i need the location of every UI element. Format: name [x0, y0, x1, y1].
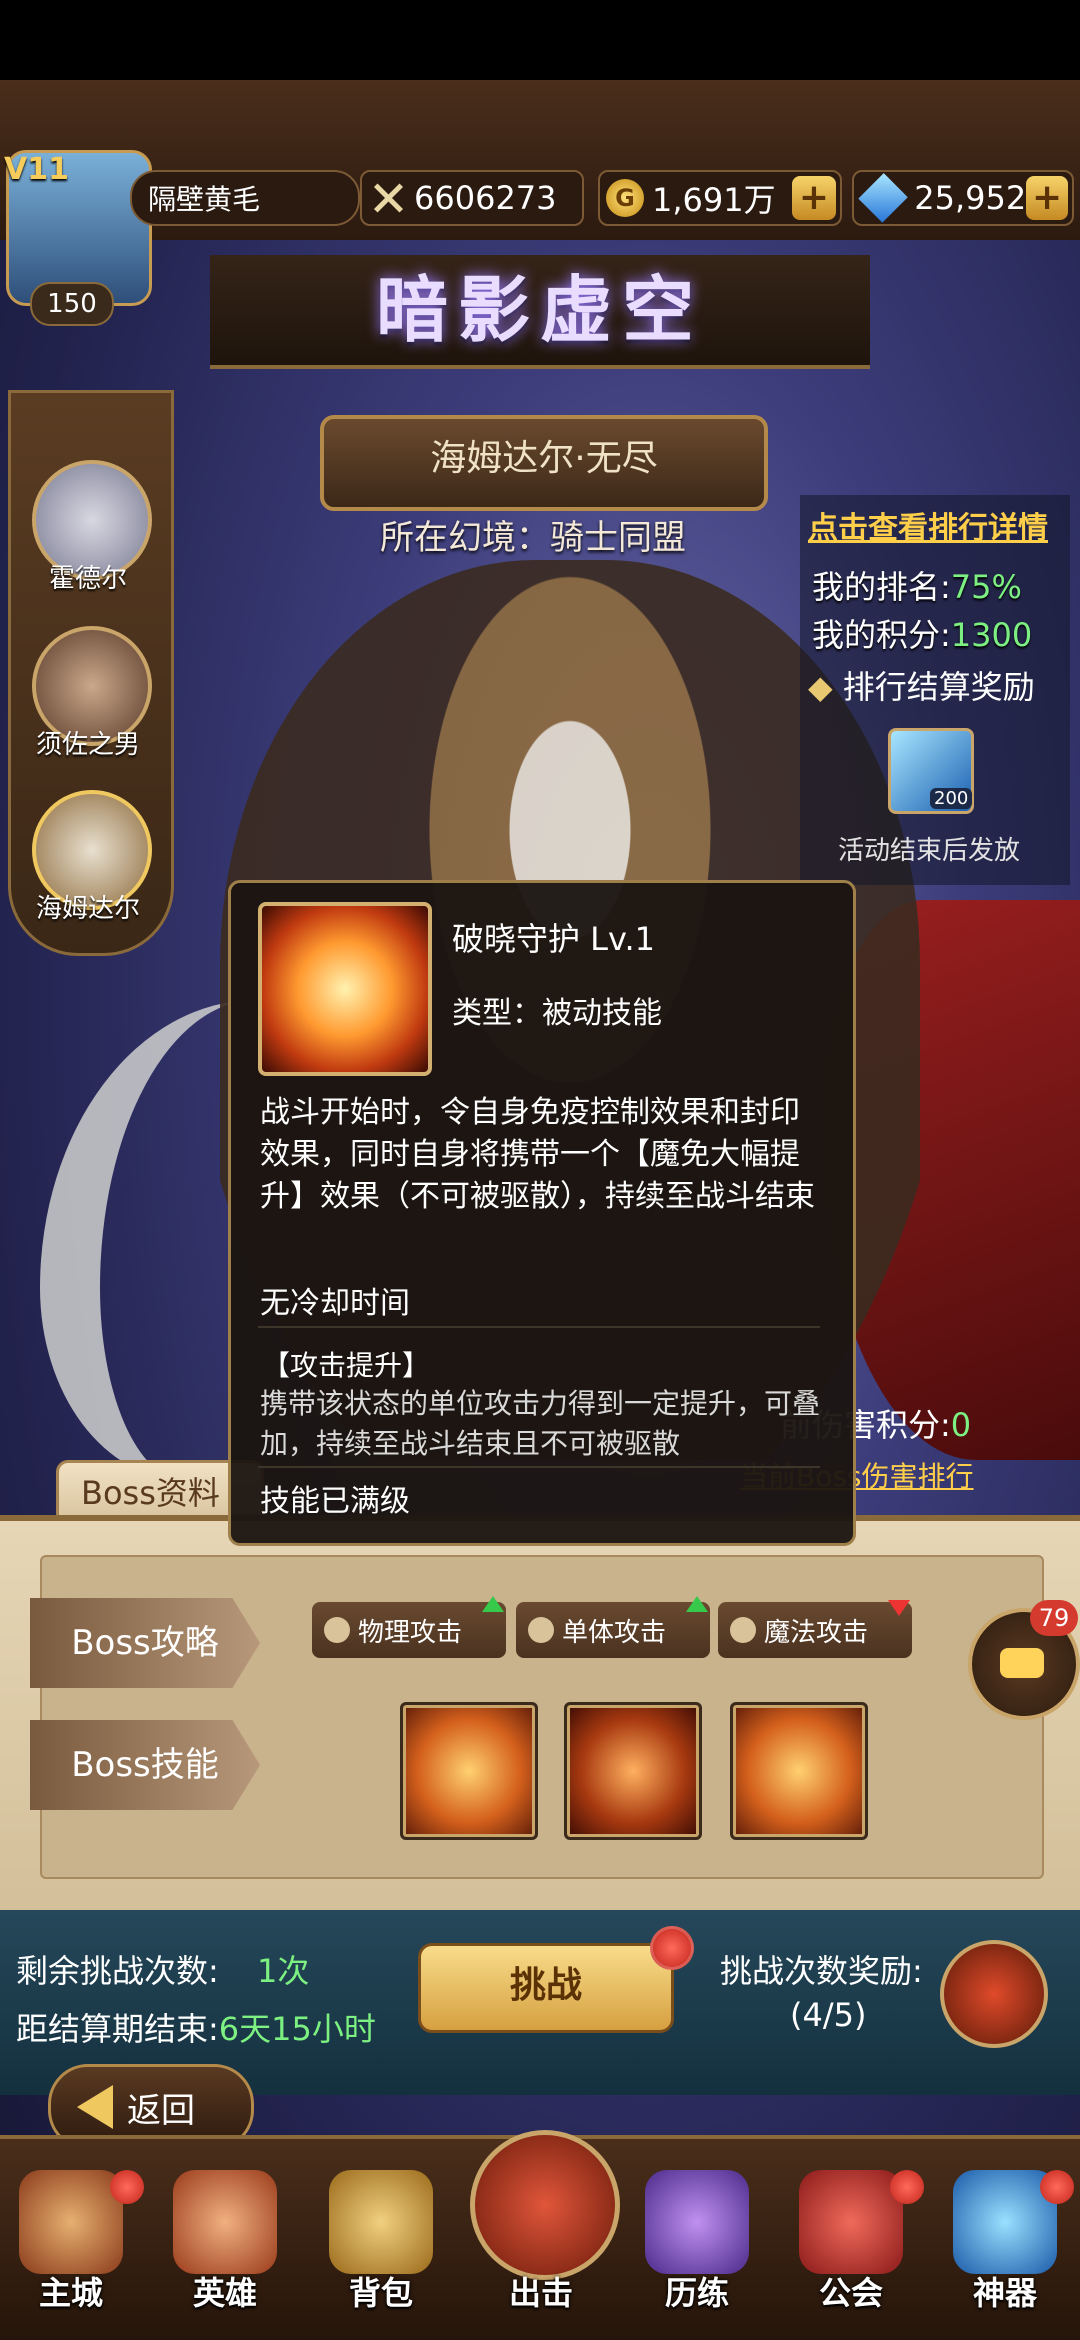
- nav-guild-label: 公会: [818, 2274, 883, 2312]
- gold-counter: G 1,691万 +: [598, 170, 842, 226]
- tooltip-divider: [258, 1466, 820, 1468]
- nav-main-city-label: 主城: [38, 2274, 103, 2312]
- game-screen: V11 150 隔壁黄毛 6606273 G 1,691万 + 25,952 +…: [0, 0, 1080, 2340]
- nav-backpack-label: 背包: [348, 2274, 413, 2312]
- arrow-up-icon: [482, 1596, 504, 1612]
- page-title: 暗影虚空: [375, 268, 704, 352]
- boss-name-heimdall: 海姆达尔: [35, 894, 140, 924]
- my-rank: 我的排名:75%: [812, 562, 1022, 608]
- tooltip-divider: [258, 1326, 820, 1328]
- my-score-label: 我的积分:: [812, 616, 951, 654]
- attempt-reward-progress: (4/5): [790, 1996, 867, 2034]
- attack-type-icon: [324, 1617, 350, 1643]
- settlement-countdown: 距结算期结束:6天15小时: [16, 2004, 376, 2050]
- diamond-icon: [858, 173, 908, 223]
- skill-description: 战斗开始时，令自身免疫控制效果和封印效果，同时自身将携带一个【魔免大幅提升】效果…: [260, 1095, 815, 1214]
- boss-skill-3[interactable]: [730, 1702, 868, 1840]
- backpack-icon: [329, 2170, 433, 2274]
- skill-dawn-guard-icon: [258, 902, 432, 1076]
- title-banner: 暗影虚空: [210, 255, 870, 369]
- nav-backpack[interactable]: 背包: [316, 2160, 446, 2330]
- boss-skills-label: Boss技能: [30, 1720, 260, 1810]
- reward-diamond-count: 200: [930, 788, 973, 809]
- tag-magic-attack-label: 魔法攻击: [764, 1617, 869, 1648]
- nav-artifact-dot: [1040, 2170, 1074, 2204]
- combat-power-value: 6606273: [414, 179, 557, 217]
- nav-guild-dot: [890, 2170, 924, 2204]
- nav-sortie[interactable]: 出击: [476, 2160, 606, 2330]
- nav-sortie-label: 出击: [508, 2274, 573, 2312]
- nav-training[interactable]: 历练: [632, 2160, 762, 2330]
- gem-value: 25,952: [914, 179, 1027, 217]
- player-level: 150: [30, 282, 114, 326]
- attempt-reward-label: 挑战次数奖励:: [720, 1952, 923, 1990]
- boss-name-susanoo: 须佐之男: [35, 730, 140, 760]
- diamond-icon: ◆: [808, 668, 833, 706]
- back-label: 返回: [127, 2090, 195, 2131]
- my-score: 我的积分:1300: [812, 610, 1032, 656]
- remaining-attempts-label: 剩余挑战次数:: [16, 1952, 219, 1990]
- nav-training-label: 历练: [664, 2274, 729, 2312]
- settlement-countdown-label: 距结算期结束:: [16, 2010, 219, 2048]
- skill-max-level: 技能已满级: [260, 1484, 410, 1519]
- nav-heroes-label: 英雄: [192, 2274, 257, 2312]
- settlement-countdown-value: 6天15小时: [218, 2010, 376, 2048]
- tag-single-target: 单体攻击: [516, 1596, 710, 1658]
- buff-title: 【攻击提升】: [262, 1349, 431, 1382]
- reward-note: 活动结束后发放: [838, 836, 1021, 866]
- ranking-reward-button[interactable]: ◆ 排行结算奖励: [808, 662, 1035, 708]
- chat-icon: [1000, 1648, 1044, 1678]
- boss-skill-1[interactable]: [400, 1702, 538, 1840]
- tag-physical-attack: 物理攻击: [312, 1596, 506, 1658]
- treasure-chest-icon[interactable]: [940, 1940, 1048, 2048]
- my-score-value: 1300: [950, 616, 1033, 654]
- boss-name-hoder: 霍德尔: [48, 564, 127, 594]
- gold-coin-icon: G: [606, 179, 644, 217]
- skill-type: 类型：被动技能: [452, 996, 662, 1031]
- add-gems-button[interactable]: +: [1026, 176, 1068, 220]
- challenge-notification-dot: [650, 1926, 694, 1970]
- arrow-up-icon: [686, 1596, 708, 1612]
- gem-counter: 25,952 +: [852, 170, 1074, 226]
- back-arrow-icon: [77, 2085, 113, 2129]
- vip-level: V11: [4, 152, 69, 187]
- boss-strategy-label: Boss攻略: [30, 1598, 260, 1688]
- challenge-button[interactable]: 挑战: [418, 1943, 674, 2033]
- buff-description: 携带该状态的单位攻击力得到一定提升，可叠加，持续至战斗结束且不可被驱散: [260, 1387, 821, 1460]
- tag-magic-attack: 魔法攻击: [718, 1600, 912, 1658]
- nav-artifact-label: 神器: [972, 2274, 1037, 2312]
- my-rank-value: 75%: [950, 568, 1022, 606]
- guild-shield-icon: [799, 2170, 903, 2274]
- ranking-reward-label: 排行结算奖励: [842, 668, 1035, 706]
- add-gold-button[interactable]: +: [792, 176, 836, 220]
- remaining-attempts-value: 1次: [256, 1952, 310, 1990]
- realm-label: 所在幻境：骑士同盟: [380, 518, 686, 558]
- attack-type-icon: [528, 1617, 554, 1643]
- combat-power: 6606273: [360, 170, 584, 226]
- tower-icon: [645, 2170, 749, 2274]
- stage-plaque: 海姆达尔·无尽: [320, 415, 768, 511]
- boss-skill-2[interactable]: [564, 1702, 702, 1840]
- tag-single-target-label: 单体攻击: [562, 1617, 667, 1648]
- attack-type-icon: [730, 1617, 756, 1643]
- player-name: 隔壁黄毛: [130, 170, 360, 226]
- remaining-attempts: 剩余挑战次数: 1次: [16, 1946, 309, 1992]
- nav-heroes[interactable]: 英雄: [160, 2160, 290, 2330]
- damage-score-value: 0: [950, 1406, 972, 1444]
- skill-title: 破晓守护 Lv.1: [452, 920, 655, 958]
- crossed-swords-icon: [368, 178, 408, 218]
- crossed-swords-icon: [489, 2170, 593, 2274]
- tag-physical-attack-label: 物理攻击: [358, 1617, 463, 1648]
- my-rank-label: 我的排名:: [812, 568, 951, 606]
- skill-cooldown: 无冷却时间: [260, 1286, 410, 1321]
- castle-icon: [19, 2170, 123, 2274]
- gold-value: 1,691万: [652, 181, 776, 219]
- chat-badge: 79: [1030, 1600, 1078, 1636]
- ranking-details-link[interactable]: 点击查看排行详情: [808, 503, 1048, 547]
- arrow-down-icon: [888, 1600, 910, 1616]
- hero-icon: [173, 2170, 277, 2274]
- nav-main-city-dot: [110, 2170, 144, 2204]
